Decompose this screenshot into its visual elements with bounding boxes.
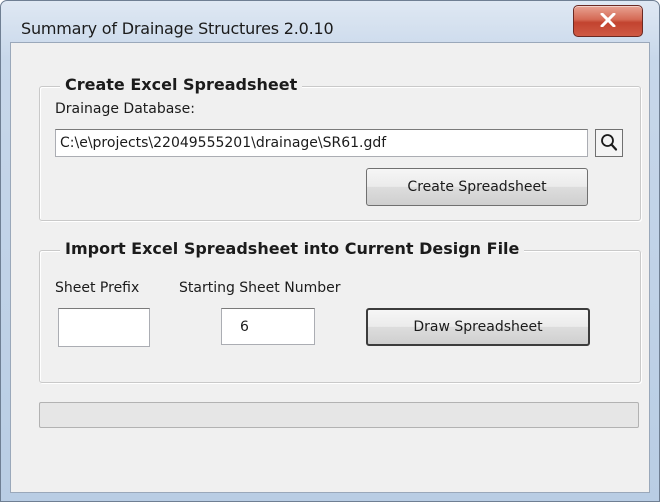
drainage-database-input[interactable]: [55, 129, 588, 157]
close-button[interactable]: [573, 5, 643, 37]
draw-spreadsheet-button[interactable]: Draw Spreadsheet: [366, 308, 590, 346]
create-group-title: Create Excel Spreadsheet: [60, 75, 303, 94]
drainage-database-label: Drainage Database:: [55, 101, 195, 117]
starting-sheet-number-label: Starting Sheet Number: [179, 280, 341, 296]
window-title: Summary of Drainage Structures 2.0.10: [21, 19, 334, 38]
browse-database-button[interactable]: [595, 129, 623, 157]
starting-sheet-number-input[interactable]: [221, 308, 315, 345]
create-spreadsheet-button[interactable]: Create Spreadsheet: [366, 168, 588, 206]
progress-bar: [39, 402, 639, 428]
dialog-client-area: Create Excel Spreadsheet Drainage Databa…: [10, 42, 650, 493]
sheet-prefix-input[interactable]: [58, 308, 150, 347]
dialog-window: Summary of Drainage Structures 2.0.10 Cr…: [0, 0, 660, 502]
import-group-title: Import Excel Spreadsheet into Current De…: [60, 239, 525, 258]
sheet-prefix-label: Sheet Prefix: [55, 280, 140, 296]
search-icon: [601, 134, 618, 151]
close-icon: [600, 13, 616, 27]
